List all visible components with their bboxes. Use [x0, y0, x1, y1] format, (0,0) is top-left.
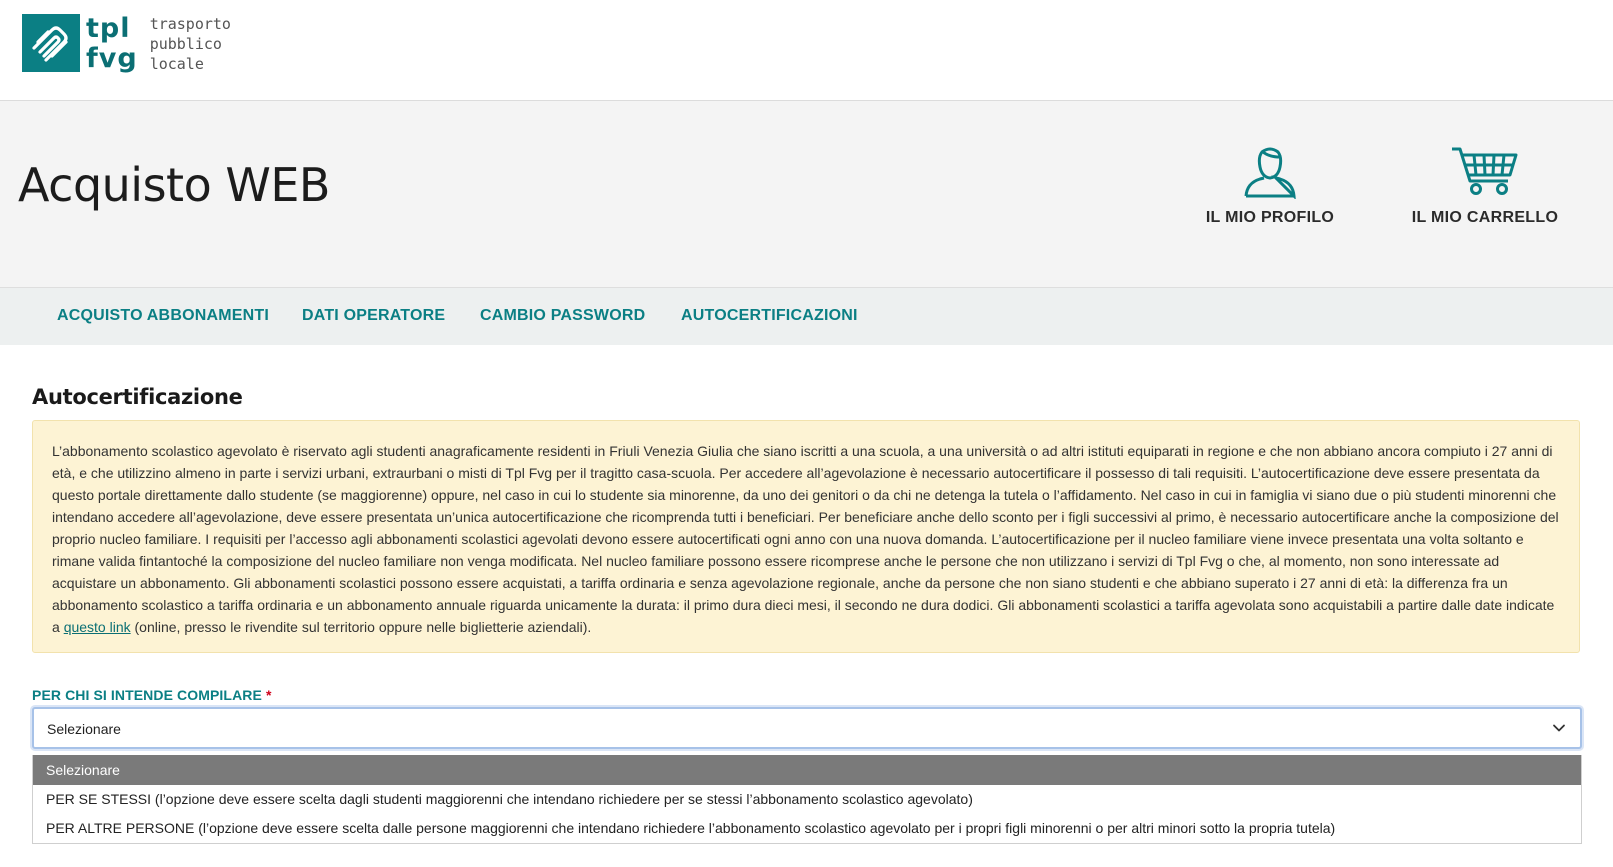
logo-word-tpl: tpl — [86, 13, 131, 44]
notice-text-tail: (online, presso le rivendite sul territo… — [130, 619, 592, 635]
option-per-altre-persone[interactable]: PER ALTRE PERSONE (l’opzione deve essere… — [33, 814, 1581, 843]
page-title: Acquisto WEB — [18, 158, 330, 212]
option-selezionare[interactable]: Selezionare — [33, 755, 1581, 785]
nav-dati-operatore[interactable]: DATI OPERATORE — [302, 307, 445, 325]
per-chi-label-text: PER CHI SI INTENDE COMPILARE — [32, 687, 262, 703]
questo-link[interactable]: questo link — [64, 619, 131, 635]
nav-cambio-password[interactable]: CAMBIO PASSWORD — [480, 307, 645, 325]
logo-mark-icon — [22, 14, 80, 72]
notice-text-main: L’abbonamento scolastico agevolato è ris… — [52, 443, 1559, 635]
per-chi-select[interactable]: Selezionare — [32, 707, 1582, 749]
my-profile-label: IL MIO PROFILO — [1205, 209, 1335, 226]
main-nav: ACQUISTO ABBONAMENTI DATI OPERATORE CAMB… — [0, 288, 1613, 345]
tagline-line-1: trasporto — [149, 15, 231, 33]
top-bar: tpl fvg trasporto pubblico locale — [0, 0, 1613, 101]
nav-autocertificazioni[interactable]: AUTOCERTIFICAZIONI — [681, 307, 858, 325]
nav-acquisto-abbonamenti[interactable]: ACQUISTO ABBONAMENTI — [57, 307, 269, 325]
required-mark: * — [265, 687, 272, 703]
logo-wordmark: tpl fvg — [86, 14, 138, 74]
tagline-line-3: locale — [149, 55, 204, 73]
option-per-se-stessi[interactable]: PER SE STESSI (l’opzione deve essere sce… — [33, 785, 1581, 814]
logo-word-fvg: fvg — [86, 43, 138, 74]
cart-icon — [1452, 147, 1518, 195]
my-cart-link[interactable]: IL MIO CARRELLO — [1410, 145, 1560, 227]
page-header: Acquisto WEB IL MIO PROFILO IL MIO CARRE… — [0, 101, 1613, 288]
section-title: Autocertificazione — [32, 385, 243, 409]
my-cart-label: IL MIO CARRELLO — [1411, 209, 1559, 226]
notice-text: L’abbonamento scolastico agevolato è ris… — [52, 440, 1561, 638]
my-profile-link[interactable]: IL MIO PROFILO — [1205, 145, 1335, 227]
select-current-value: Selezionare — [47, 721, 121, 737]
per-chi-dropdown-list: Selezionare PER SE STESSI (l’opzione dev… — [32, 755, 1582, 844]
tagline-line-2: pubblico — [149, 35, 222, 53]
per-chi-label: PER CHI SI INTENDE COMPILARE * — [32, 687, 272, 703]
chevron-down-icon — [1553, 724, 1565, 732]
info-notice: L’abbonamento scolastico agevolato è ris… — [32, 420, 1580, 653]
user-icon — [1244, 147, 1296, 199]
logo-tagline: trasporto pubblico locale — [150, 14, 231, 74]
brand-logo[interactable]: tpl fvg trasporto pubblico locale — [22, 14, 231, 74]
